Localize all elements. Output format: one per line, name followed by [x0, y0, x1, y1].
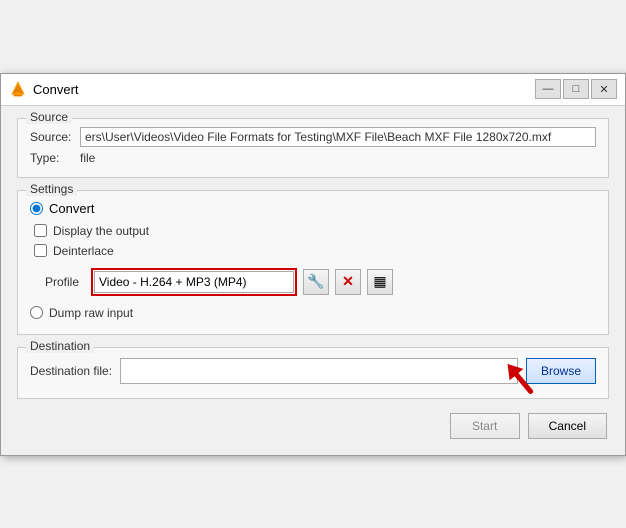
dump-radio-row[interactable]: Dump raw input — [30, 306, 596, 320]
source-group-title: Source — [26, 110, 72, 124]
convert-dialog: Convert — □ ✕ Source Source: ers\User\Vi… — [0, 73, 626, 456]
destination-row: Destination file: Browse — [30, 358, 596, 384]
display-output-checkbox[interactable] — [34, 224, 47, 237]
deinterlace-row: Deinterlace — [30, 244, 596, 258]
type-value: file — [80, 151, 95, 165]
convert-radio-label: Convert — [49, 201, 95, 216]
profile-select[interactable]: Video - H.264 + MP3 (MP4) Video - H.265 … — [94, 271, 294, 293]
destination-input[interactable] — [120, 358, 518, 384]
source-value: ers\User\Videos\Video File Formats for T… — [80, 127, 596, 147]
footer-row: Start Cancel — [17, 413, 609, 439]
profile-grid-button[interactable]: ▦ — [367, 269, 393, 295]
profile-settings-button[interactable]: 🔧 — [303, 269, 329, 295]
settings-group: Settings Convert Display the output Dein… — [17, 190, 609, 335]
profile-delete-button[interactable]: ✕ — [335, 269, 361, 295]
content: Source Source: ers\User\Videos\Video Fil… — [1, 106, 625, 455]
maximize-button[interactable]: □ — [563, 79, 589, 99]
destination-group: Destination Destination file: Browse — [17, 347, 609, 399]
close-button[interactable]: ✕ — [591, 79, 617, 99]
deinterlace-checkbox[interactable] — [34, 244, 47, 257]
type-row: Type: file — [30, 151, 596, 165]
convert-radio-row[interactable]: Convert — [30, 201, 596, 216]
source-label: Source: — [30, 130, 80, 144]
type-label: Type: — [30, 151, 80, 165]
title-text: Convert — [33, 82, 79, 97]
dump-radio[interactable] — [30, 306, 43, 319]
cancel-button[interactable]: Cancel — [528, 413, 607, 439]
display-output-row: Display the output — [30, 224, 596, 238]
destination-group-title: Destination — [26, 339, 94, 353]
settings-group-title: Settings — [26, 182, 77, 196]
convert-radio[interactable] — [30, 202, 43, 215]
display-output-label: Display the output — [53, 224, 149, 238]
profile-label: Profile — [30, 275, 85, 289]
vlc-icon — [9, 80, 27, 98]
source-row: Source: ers\User\Videos\Video File Forma… — [30, 127, 596, 147]
destination-label: Destination file: — [30, 364, 112, 378]
browse-button[interactable]: Browse — [526, 358, 596, 384]
title-bar-left: Convert — [9, 80, 79, 98]
profile-row: Profile Video - H.264 + MP3 (MP4) Video … — [30, 268, 596, 296]
title-bar-controls: — □ ✕ — [535, 79, 617, 99]
deinterlace-label: Deinterlace — [53, 244, 114, 258]
profile-select-wrapper: Video - H.264 + MP3 (MP4) Video - H.265 … — [91, 268, 297, 296]
source-group: Source Source: ers\User\Videos\Video Fil… — [17, 118, 609, 178]
dump-label: Dump raw input — [49, 306, 133, 320]
title-bar: Convert — □ ✕ — [1, 74, 625, 106]
profile-select-container: Video - H.264 + MP3 (MP4) Video - H.265 … — [94, 271, 294, 293]
start-button[interactable]: Start — [450, 413, 520, 439]
minimize-button[interactable]: — — [535, 79, 561, 99]
